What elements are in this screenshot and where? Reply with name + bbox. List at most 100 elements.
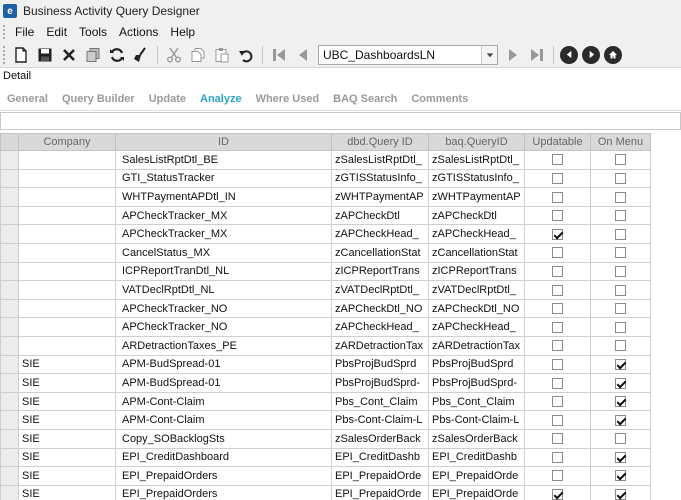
updatable-checkbox[interactable] <box>552 396 563 408</box>
cell-dbd-query-id[interactable]: EPI_PrepaidOrde <box>331 484 429 500</box>
cell-id[interactable]: APCheckTracker_NO <box>115 317 332 337</box>
row-selector[interactable] <box>0 335 19 356</box>
updatable-checkbox[interactable] <box>552 210 563 222</box>
table-row[interactable]: SIE APM-Cont-Claim Pbs_Cont_Claim Pbs_Cont_… <box>0 391 651 412</box>
row-selector[interactable] <box>0 447 19 468</box>
updatable-checkbox[interactable] <box>552 247 563 259</box>
chevron-down-icon[interactable] <box>481 45 497 64</box>
cell-dbd-query-id[interactable]: zSalesOrderBack <box>331 428 429 449</box>
menu-help[interactable]: Help <box>164 25 201 39</box>
cell-company[interactable]: SIE <box>18 391 116 412</box>
cell-id[interactable]: ICPReportTranDtl_NL <box>115 261 332 282</box>
cell-id[interactable]: Copy_SOBacklogSts <box>115 428 332 449</box>
cell-dbd-query-id[interactable]: zAPCheckHead_ <box>331 317 429 337</box>
cell-company[interactable] <box>18 261 116 282</box>
cell-company[interactable] <box>18 335 116 356</box>
updatable-checkbox[interactable] <box>552 284 563 296</box>
cell-id[interactable]: APM-BudSpread-01 <box>115 354 332 375</box>
cell-company[interactable] <box>18 224 116 244</box>
on-menu-checkbox[interactable] <box>615 247 626 259</box>
cell-id[interactable]: WHTPaymentAPDtl_IN <box>115 187 332 207</box>
refresh-icon[interactable] <box>106 44 128 66</box>
cell-baq-query-id[interactable]: zSalesListRptDtl_ <box>428 150 525 170</box>
filter-strip[interactable] <box>0 112 681 130</box>
table-row[interactable]: SIE Copy_SOBacklogSts zSalesOrderBack zSale… <box>0 428 651 449</box>
cell-baq-query-id[interactable]: EPI_PrepaidOrde <box>428 466 525 486</box>
table-row[interactable]: SalesListRptDtl_BE zSalesListRptDtl_ zSale… <box>0 150 651 170</box>
cell-id[interactable]: APM-Cont-Claim <box>115 410 332 430</box>
new-icon[interactable] <box>10 44 32 66</box>
last-record-icon[interactable] <box>526 44 548 66</box>
updatable-checkbox[interactable] <box>552 172 563 184</box>
cell-id[interactable]: EPI_PrepaidOrders <box>115 466 332 486</box>
toolbar-grip[interactable] <box>3 45 9 64</box>
row-selector[interactable] <box>0 224 19 244</box>
cell-company[interactable] <box>18 150 116 170</box>
next-record-icon[interactable] <box>502 44 524 66</box>
updatable-checkbox[interactable] <box>552 228 563 240</box>
updatable-checkbox[interactable] <box>552 265 563 277</box>
cell-baq-query-id[interactable]: zAPCheckDtl_NO <box>428 298 525 319</box>
row-selector[interactable] <box>0 428 19 449</box>
column-header-dbd-query-id[interactable]: dbd.Query ID <box>331 133 429 151</box>
cell-company[interactable] <box>18 317 116 337</box>
on-menu-checkbox[interactable] <box>615 451 626 463</box>
cell-id[interactable]: APM-BudSpread-01 <box>115 373 332 393</box>
on-menu-checkbox[interactable] <box>615 396 626 408</box>
cell-dbd-query-id[interactable]: zARDetractionTax <box>331 335 429 356</box>
updatable-checkbox[interactable] <box>552 154 563 166</box>
menu-actions[interactable]: Actions <box>113 25 164 39</box>
cell-baq-query-id[interactable]: EPI_PrepaidOrde <box>428 484 525 500</box>
cell-company[interactable] <box>18 205 116 226</box>
cell-baq-query-id[interactable]: zCancellationStat <box>428 242 525 263</box>
cell-baq-query-id[interactable]: Pbs_Cont_Claim <box>428 391 525 412</box>
row-selector[interactable] <box>0 373 19 393</box>
cell-baq-query-id[interactable]: zAPCheckHead_ <box>428 224 525 244</box>
record-selector-combo[interactable]: UBC_DashboardsLN <box>318 44 498 65</box>
cell-baq-query-id[interactable]: PbsProjBudSprd <box>428 354 525 375</box>
cell-company[interactable] <box>18 187 116 207</box>
table-row[interactable]: APCheckTracker_NO zAPCheckDtl_NO zAPCheckD… <box>0 298 651 319</box>
cell-company[interactable]: SIE <box>18 428 116 449</box>
row-selector[interactable] <box>0 484 19 500</box>
column-header-id[interactable]: ID <box>115 133 332 151</box>
updatable-checkbox[interactable] <box>552 489 563 500</box>
updatable-checkbox[interactable] <box>552 321 563 333</box>
save-icon[interactable] <box>34 44 56 66</box>
cut-icon[interactable] <box>163 44 185 66</box>
menu-tools[interactable]: Tools <box>73 25 113 39</box>
table-row[interactable]: ARDetractionTaxes_PE zARDetractionTax zARD… <box>0 335 651 356</box>
cell-dbd-query-id[interactable]: zAPCheckDtl_NO <box>331 298 429 319</box>
updatable-checkbox[interactable] <box>552 451 563 463</box>
on-menu-checkbox[interactable] <box>615 172 626 184</box>
back-icon[interactable] <box>560 45 578 64</box>
cell-id[interactable]: SalesListRptDtl_BE <box>115 150 332 170</box>
table-row[interactable]: WHTPaymentAPDtl_IN zWHTPaymentAP zWHTPayme… <box>0 187 651 207</box>
updatable-checkbox[interactable] <box>552 414 563 426</box>
updatable-checkbox[interactable] <box>552 470 563 482</box>
column-header-on-menu[interactable]: On Menu <box>590 133 651 151</box>
undo-icon[interactable] <box>235 44 257 66</box>
updatable-checkbox[interactable] <box>552 340 563 352</box>
cell-baq-query-id[interactable]: zVATDeclRptDtl_ <box>428 280 525 300</box>
cell-dbd-query-id[interactable]: PbsProjBudSprd- <box>331 373 429 393</box>
cell-dbd-query-id[interactable]: EPI_CreditDashb <box>331 447 429 468</box>
row-selector[interactable] <box>0 354 19 375</box>
cell-company[interactable]: SIE <box>18 410 116 430</box>
cell-baq-query-id[interactable]: zAPCheckDtl <box>428 205 525 226</box>
cell-id[interactable]: CancelStatus_MX <box>115 242 332 263</box>
cell-company[interactable]: SIE <box>18 354 116 375</box>
table-row[interactable]: SIE EPI_PrepaidOrders EPI_PrepaidOrde EPI_P… <box>0 484 651 500</box>
on-menu-checkbox[interactable] <box>615 210 626 222</box>
table-row[interactable]: SIE EPI_CreditDashboard EPI_CreditDashb EPI… <box>0 447 651 468</box>
row-selector[interactable] <box>0 298 19 319</box>
tab-general[interactable]: General <box>0 93 55 105</box>
table-row[interactable]: APCheckTracker_NO zAPCheckHead_ zAPCheckHe… <box>0 317 651 337</box>
cell-company[interactable] <box>18 298 116 319</box>
row-selector[interactable] <box>0 168 19 189</box>
on-menu-checkbox[interactable] <box>615 284 626 296</box>
on-menu-checkbox[interactable] <box>615 414 626 426</box>
cell-company[interactable]: SIE <box>18 373 116 393</box>
cell-dbd-query-id[interactable]: zCancellationStat <box>331 242 429 263</box>
on-menu-checkbox[interactable] <box>615 265 626 277</box>
